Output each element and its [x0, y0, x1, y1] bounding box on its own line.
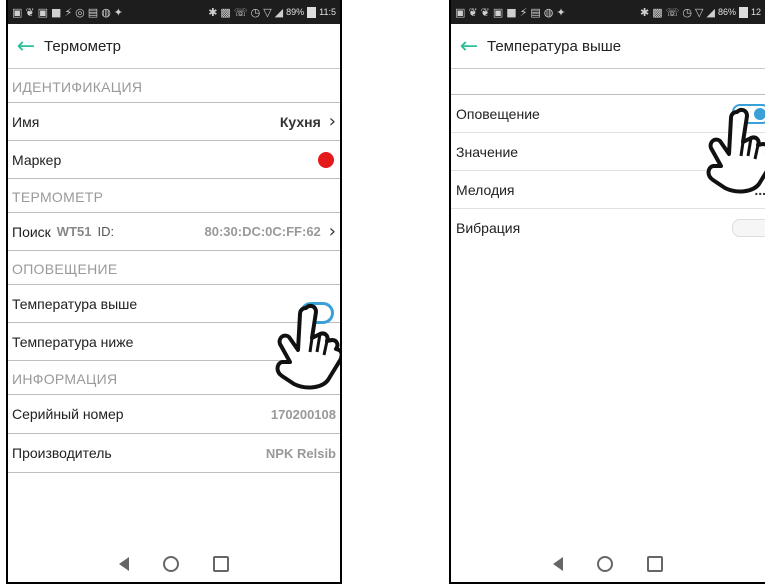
serial-row: Серийный номер 170200108	[8, 395, 340, 434]
battery-icon	[307, 6, 317, 18]
temp-above-row[interactable]: Температура выше	[8, 285, 340, 323]
nav-back-icon[interactable]	[553, 557, 563, 571]
phone-icon: ☏	[233, 5, 248, 19]
manufacturer-label: Производитель	[12, 445, 112, 461]
notification-icon: ✦	[113, 5, 124, 19]
section-identification: ИДЕНТИФИКАЦИЯ	[8, 69, 340, 103]
alert-row[interactable]: Оповещение	[451, 95, 765, 133]
section-thermometer: ТЕРМОМЕТР	[8, 179, 340, 213]
marker-color-dot	[318, 151, 334, 168]
search-id-label: ID:	[97, 224, 115, 239]
nav-bar	[8, 556, 340, 572]
chevron-right-icon: ›	[328, 111, 336, 132]
signal-icon: ◢	[274, 5, 284, 19]
notification-icon: ◍	[543, 5, 554, 19]
serial-label: Серийный номер	[12, 406, 124, 422]
clock: 12	[750, 7, 761, 17]
melody-label: Мелодия	[456, 181, 515, 198]
vibration-toggle[interactable]	[732, 218, 765, 237]
page-title: Термометр	[44, 37, 122, 55]
search-label: Поиск	[12, 223, 51, 240]
vibration-label: Вибрация	[456, 219, 521, 236]
name-row[interactable]: Имя Кухня ›	[8, 103, 340, 141]
notification-icon: ▣	[455, 5, 466, 19]
battery-percent: 89%	[286, 7, 305, 17]
name-label: Имя	[12, 113, 40, 130]
marker-row[interactable]: Маркер	[8, 141, 340, 179]
back-arrow-icon[interactable]: ←	[8, 34, 44, 59]
status-bar: ▣ ❦ ▣ ■ ⚡ ◎ ▤ ◍ ✦ ✱ ▩ ☏ ◷ ▽ ◢ 89% 11:5	[8, 0, 340, 24]
notification-icon: ⚡	[64, 5, 73, 19]
bluetooth-icon: ✱	[208, 5, 218, 19]
search-model: WT51	[56, 224, 92, 239]
notification-icon: ▤	[530, 5, 541, 19]
notification-icon: ❦	[25, 5, 35, 19]
value-row[interactable]: Значение 125,0	[451, 133, 765, 171]
value-label: Значение	[456, 143, 519, 160]
clock: 11:5	[319, 7, 336, 17]
battery-percent: 86%	[717, 7, 736, 17]
section-alert: ОПОВЕЩЕНИЕ	[8, 251, 340, 285]
notification-icon: ◍	[101, 5, 111, 19]
toolbar: ← Термометр	[8, 24, 340, 69]
battery-icon	[738, 6, 748, 18]
notification-icon: ◎	[75, 5, 85, 19]
back-arrow-icon[interactable]: ←	[451, 34, 487, 59]
notification-icon: ■	[51, 5, 62, 19]
serial-value: 170200108	[270, 406, 336, 422]
search-mac: 80:30:DC:0C:FF:62	[204, 224, 321, 239]
vibration-row[interactable]: Вибрация	[451, 209, 765, 246]
notification-icon: ▤	[87, 5, 99, 19]
alert-label: Оповещение	[456, 105, 540, 122]
nav-recent-icon[interactable]	[647, 556, 663, 572]
nav-back-icon[interactable]	[119, 557, 129, 571]
nav-bar	[451, 556, 765, 572]
notification-icon: ✦	[556, 5, 566, 19]
temp-below-label: Температура ниже	[12, 333, 134, 350]
notification-icon: ▣	[37, 5, 49, 19]
search-row[interactable]: Поиск WT51 ID: 80:30:DC:0C:FF:62 ›	[8, 213, 340, 251]
alarm-icon: ◷	[682, 5, 693, 19]
manufacturer-row: Производитель NPK Relsib	[8, 434, 340, 473]
temp-above-toggle[interactable]	[300, 302, 334, 324]
page-title: Температура выше	[487, 37, 622, 55]
status-bar: ▣ ❦ ❦ ▣ ■ ⚡ ▤ ◍ ✦ ✱ ▩ ☏ ◷ ▽ ◢ 86% 12	[451, 0, 765, 24]
phone-right-screen: ▣ ❦ ❦ ▣ ■ ⚡ ▤ ◍ ✦ ✱ ▩ ☏ ◷ ▽ ◢ 86% 12 ← Т…	[449, 0, 765, 584]
nfc-icon: ▩	[652, 5, 663, 19]
name-value: Кухня	[279, 113, 321, 130]
marker-label: Маркер	[12, 151, 62, 168]
nav-recent-icon[interactable]	[213, 556, 229, 572]
toolbar: ← Температура выше	[451, 24, 765, 69]
nfc-icon: ▩	[220, 5, 231, 19]
alert-toggle[interactable]	[732, 103, 765, 124]
spacer	[451, 69, 765, 95]
value-text: 125,0	[726, 143, 762, 160]
temp-below-row[interactable]: Температура ниже	[8, 323, 340, 361]
notification-icon: ❦	[480, 5, 490, 19]
phone-left-screen: ▣ ❦ ▣ ■ ⚡ ◎ ▤ ◍ ✦ ✱ ▩ ☏ ◷ ▽ ◢ 89% 11:5 ←…	[6, 0, 342, 584]
nav-home-icon[interactable]	[597, 556, 613, 572]
phone-icon: ☏	[665, 5, 680, 19]
notification-icon: ▣	[492, 5, 504, 19]
section-info: ИНФОРМАЦИЯ	[8, 361, 340, 395]
wifi-icon: ▽	[263, 5, 272, 19]
melody-value: ...	[754, 181, 765, 198]
notification-icon: ▣	[12, 5, 23, 19]
notification-icon: ❦	[468, 5, 478, 19]
nav-home-icon[interactable]	[163, 556, 179, 572]
temp-above-label: Температура выше	[12, 295, 138, 312]
bluetooth-icon: ✱	[640, 5, 650, 19]
chevron-right-icon: ›	[328, 221, 336, 242]
signal-icon: ◢	[706, 5, 715, 19]
notification-icon: ■	[506, 5, 517, 19]
wifi-icon: ▽	[695, 5, 704, 19]
manufacturer-value: NPK Relsib	[265, 445, 336, 461]
notification-icon: ⚡	[519, 5, 528, 19]
alarm-icon: ◷	[250, 5, 261, 19]
melody-row[interactable]: Мелодия ...	[451, 171, 765, 209]
